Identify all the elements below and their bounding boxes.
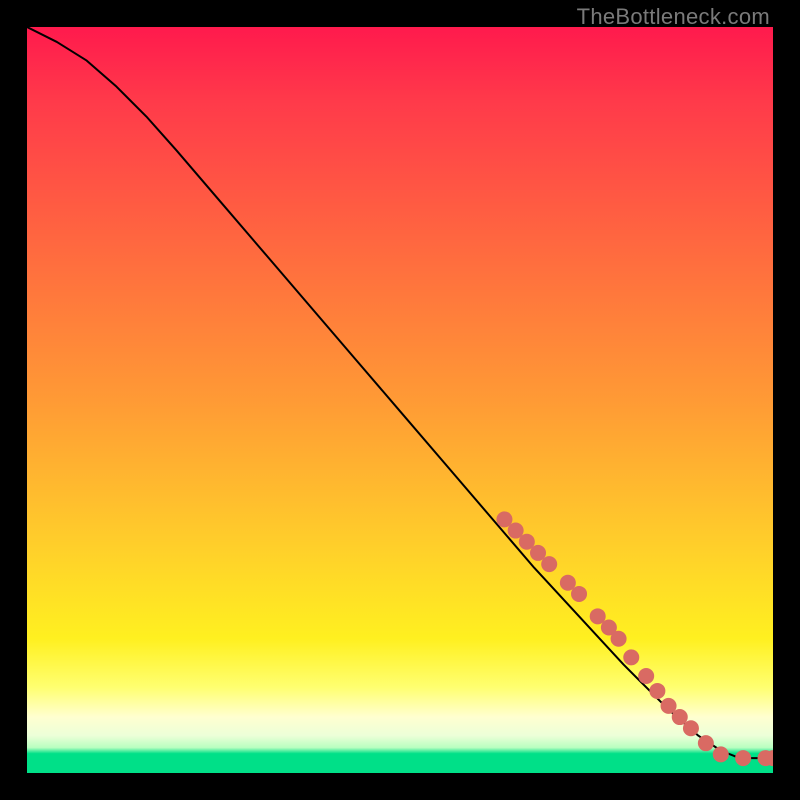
data-marker — [735, 750, 751, 766]
data-marker — [611, 631, 627, 647]
data-marker — [713, 746, 729, 762]
markers-group — [496, 511, 773, 766]
data-marker — [638, 668, 654, 684]
data-marker — [698, 735, 714, 751]
line-series — [27, 27, 773, 758]
plot-svg — [27, 27, 773, 773]
data-marker — [571, 586, 587, 602]
plot-area — [27, 27, 773, 773]
data-marker — [649, 683, 665, 699]
chart-frame: TheBottleneck.com — [0, 0, 800, 800]
data-marker — [623, 649, 639, 665]
curve-path — [27, 27, 773, 758]
data-marker — [541, 556, 557, 572]
data-marker — [683, 720, 699, 736]
